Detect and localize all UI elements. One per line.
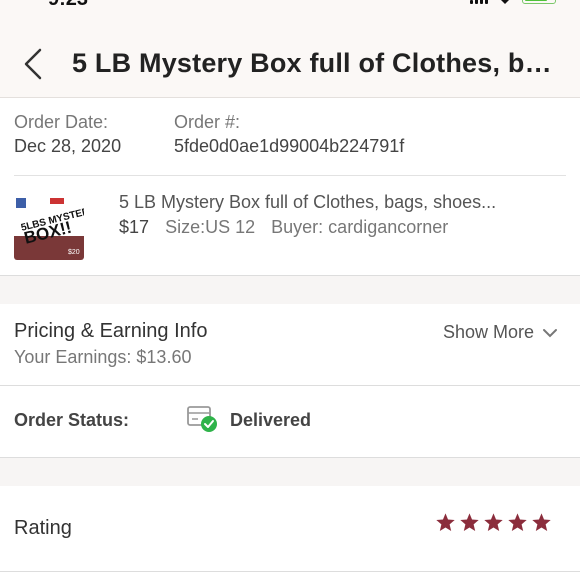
battery-icon [522, 0, 556, 4]
item-size: Size:US 12 [165, 217, 256, 237]
rating-label: Rating [14, 517, 72, 539]
section-gap [0, 276, 580, 304]
star-icon [484, 513, 503, 531]
signal-icon [470, 0, 488, 4]
order-number-label: Order #: [174, 112, 241, 132]
show-more-button[interactable]: Show More [443, 322, 558, 343]
item-title[interactable]: 5 LB Mystery Box full of Clothes, bags, … [119, 192, 559, 213]
header: 5 LB Mystery Box full of Clothes, ba... [0, 16, 580, 98]
status-bar: 9:23 [0, 0, 580, 16]
delivered-box-icon [187, 406, 217, 432]
item-thumbnail[interactable]: 5LBS MYSTERY BOX!! $20 [14, 190, 84, 260]
order-date-label: Order Date: [14, 112, 109, 132]
divider [14, 175, 566, 176]
item-buyer[interactable]: Buyer: cardigancorner [271, 217, 448, 237]
order-status-value: Delivered [230, 410, 312, 430]
pricing-section[interactable]: Pricing & Earning Info Your Earnings: $1… [0, 304, 580, 386]
chevron-down-icon [543, 328, 557, 337]
back-arrow-icon[interactable] [18, 46, 50, 82]
thumb-price: $20 [68, 249, 80, 256]
mystery-box-image: 5LBS MYSTERY BOX!! $20 [14, 190, 84, 260]
item-price: $17 [119, 217, 150, 237]
earnings-text: Your Earnings: $13.60 [14, 347, 192, 367]
star-icon [532, 513, 551, 531]
status-icons [470, 0, 556, 4]
status-time: 9:23 [48, 0, 88, 11]
pricing-title: Pricing & Earning Info [14, 320, 208, 342]
wifi-icon [501, 0, 509, 4]
order-status-label: Order Status: [14, 410, 130, 430]
rating-stars [435, 512, 552, 533]
star-icon [460, 513, 479, 531]
order-status-section: Order Status: Delivered [0, 386, 580, 458]
show-more-label: Show More [442, 322, 534, 342]
item-meta: $17 Size:US 12 Buyer: cardigancorner [119, 217, 448, 238]
order-date-value: Dec 28, 2020 [14, 136, 122, 156]
star-icon [436, 513, 455, 531]
order-number-value: 5fde0d0ae1d99004b224791f [174, 136, 405, 156]
rating-section: Rating [0, 486, 580, 572]
section-gap [0, 458, 580, 486]
order-info-section: Order Date: Dec 28, 2020 Order #: 5fde0d… [0, 98, 580, 276]
page-title: 5 LB Mystery Box full of Clothes, ba... [72, 48, 562, 78]
star-icon [508, 513, 527, 531]
